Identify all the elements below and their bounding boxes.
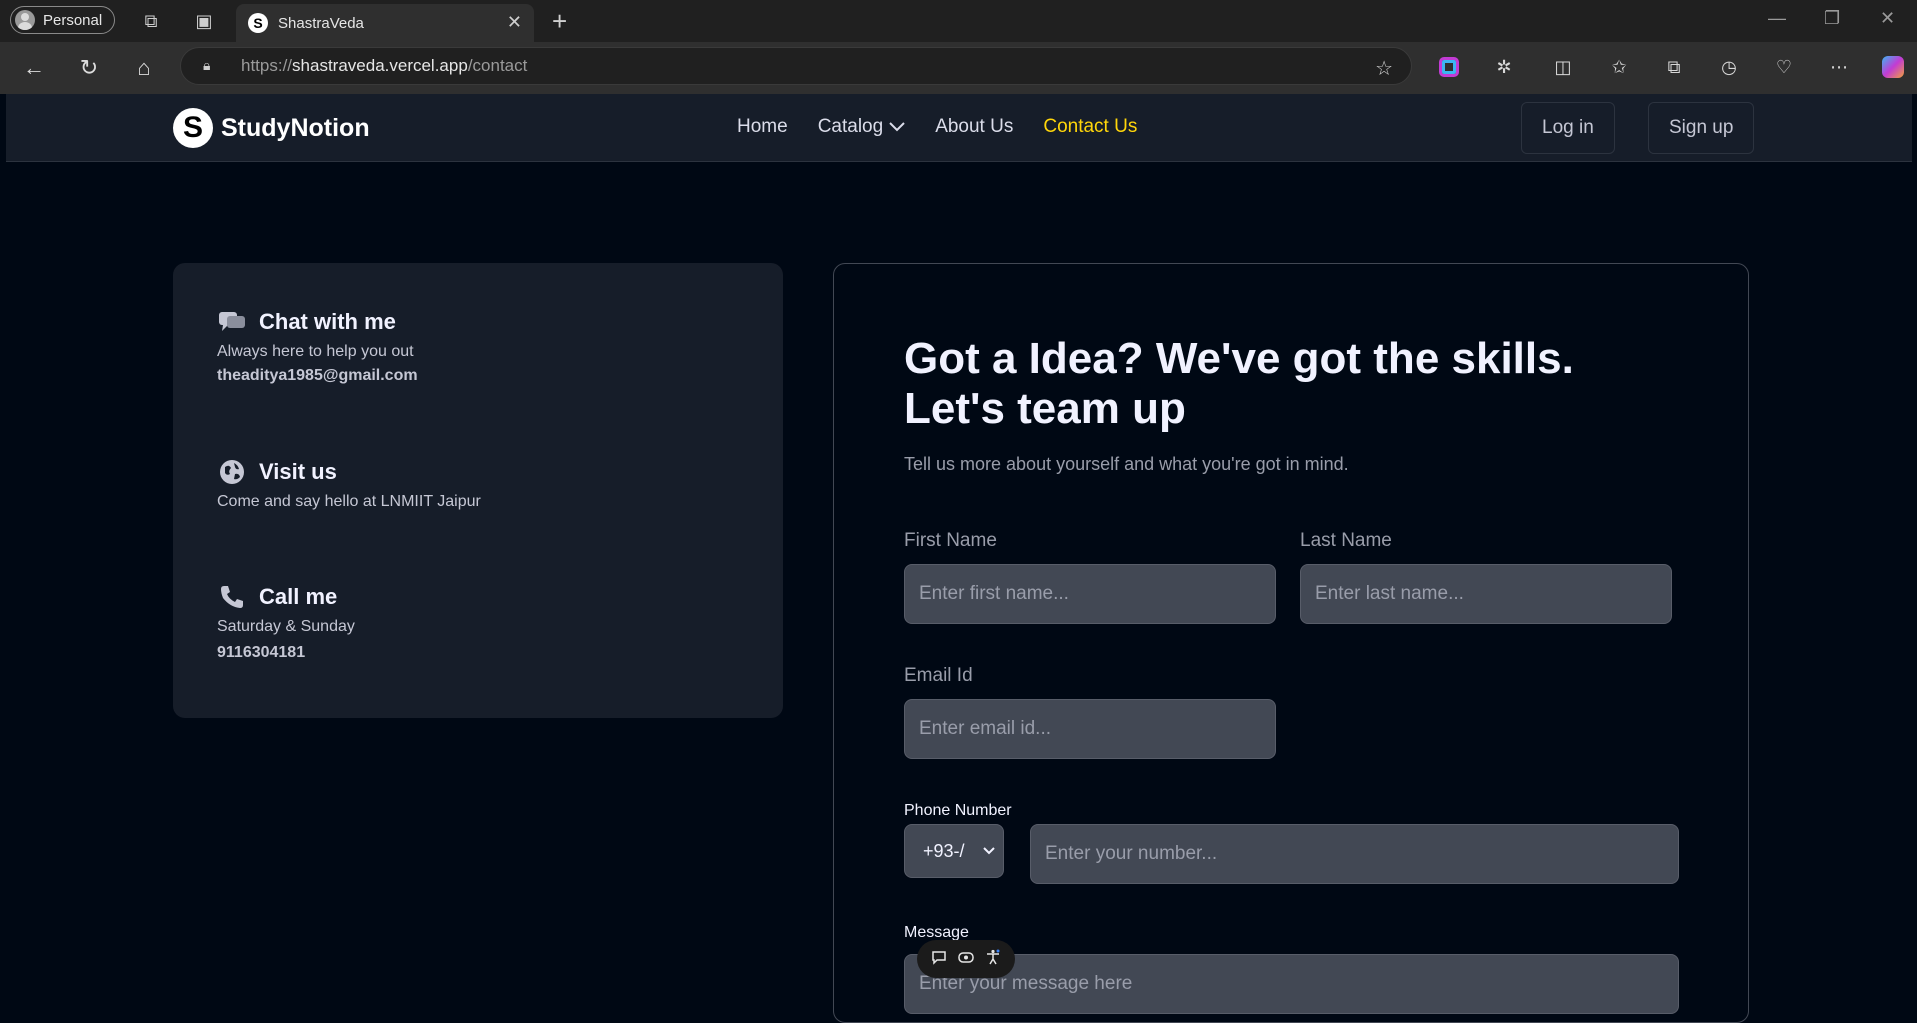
refresh-icon[interactable]: ↻	[75, 54, 103, 82]
phone-icon	[217, 582, 247, 612]
extensions-icon[interactable]: ✲	[1491, 54, 1517, 80]
visit-block: Visit us Come and say hello at LNMIIT Ja…	[217, 457, 481, 511]
email-label: Email Id	[904, 665, 973, 686]
eye-icon[interactable]	[958, 949, 974, 969]
chat-block: Chat with me Always here to help you out…	[217, 307, 418, 385]
back-icon[interactable]: ←	[20, 54, 48, 82]
new-tab-icon[interactable]: +	[552, 6, 567, 37]
tab-title: ShastraVeda	[278, 14, 364, 32]
url-text: https://shastraveda.vercel.app/contact	[241, 56, 528, 75]
browser-tab-bar: Personal ⧉ ▣ S ShastraVeda ✕ + — ❐ ✕	[0, 0, 1917, 42]
chat-title: Chat with me	[259, 309, 396, 334]
color-extension-icon[interactable]	[1436, 54, 1462, 80]
tab-actions-icon[interactable]: ▣	[192, 9, 216, 33]
minimize-icon[interactable]: —	[1768, 8, 1786, 29]
nav-contact[interactable]: Contact Us	[1043, 116, 1137, 138]
visit-line: Come and say hello at LNMIIT Jaipur	[217, 493, 481, 510]
contact-info-card: Chat with me Always here to help you out…	[173, 263, 783, 718]
tab-active[interactable]: S ShastraVeda ✕	[236, 4, 534, 42]
chat-icon	[217, 307, 247, 337]
call-line: Saturday & Sunday	[217, 618, 355, 635]
country-code-select[interactable]: +93-/	[904, 824, 1004, 878]
phone-label: Phone Number	[904, 802, 1012, 819]
first-name-label: First Name	[904, 530, 997, 551]
split-screen-icon[interactable]: ◫	[1550, 54, 1576, 80]
tab-favicon-icon: S	[248, 13, 268, 33]
nav-about[interactable]: About Us	[935, 116, 1013, 138]
comment-icon[interactable]	[931, 949, 947, 969]
call-block: Call me Saturday & Sunday 9116304181	[217, 582, 355, 662]
page: S StudyNotion Home Catalog About Us Cont…	[6, 94, 1912, 1023]
email-input[interactable]	[904, 699, 1276, 759]
nav-catalog-label: Catalog	[817, 116, 884, 137]
form-subtitle: Tell us more about yourself and what you…	[904, 454, 1349, 474]
address-bar[interactable]: 🔒︎ https://shastraveda.vercel.app/contac…	[180, 47, 1412, 85]
last-name-input[interactable]	[1300, 564, 1672, 624]
first-name-input[interactable]	[904, 564, 1276, 624]
avatar-icon	[15, 10, 35, 30]
logo-icon: S	[173, 108, 213, 148]
country-code-value: +93-/	[923, 840, 965, 861]
nav-catalog[interactable]: Catalog	[818, 116, 906, 138]
lock-icon: 🔒︎	[203, 57, 211, 73]
message-input[interactable]	[904, 954, 1679, 1014]
favorites-icon[interactable]: ✩	[1606, 54, 1632, 80]
chevron-down-icon	[889, 122, 905, 132]
chat-line: Always here to help you out	[217, 343, 414, 360]
restore-icon[interactable]: ❐	[1824, 8, 1840, 29]
home-icon[interactable]: ⌂	[130, 54, 158, 82]
phone-input[interactable]	[1030, 824, 1679, 884]
form-title: Got a Idea? We've got the skills. Let's …	[904, 334, 1574, 433]
copilot-icon[interactable]	[1880, 54, 1906, 80]
site-logo[interactable]: S StudyNotion	[173, 108, 370, 148]
call-title: Call me	[259, 584, 338, 609]
more-menu-icon[interactable]: ⋯	[1826, 54, 1852, 80]
history-icon[interactable]: ◷	[1716, 54, 1742, 80]
profile-label: Personal	[43, 11, 103, 29]
last-name-label: Last Name	[1300, 530, 1392, 551]
nav-home[interactable]: Home	[737, 116, 788, 138]
workspaces-icon[interactable]: ⧉	[139, 9, 163, 33]
main-menu: Home Catalog About Us Contact Us	[737, 116, 1137, 138]
profile-button[interactable]: Personal	[10, 6, 116, 34]
visit-title: Visit us	[259, 459, 337, 484]
collections-icon[interactable]: ⧉	[1661, 54, 1687, 80]
login-button[interactable]: Log in	[1521, 102, 1615, 154]
floating-toolbar	[917, 940, 1015, 978]
signup-button[interactable]: Sign up	[1648, 102, 1755, 154]
site-navbar: S StudyNotion Home Catalog About Us Cont…	[6, 94, 1912, 162]
contact-form-card: Got a Idea? We've got the skills. Let's …	[833, 263, 1749, 1023]
close-tab-icon[interactable]: ✕	[507, 12, 522, 33]
logo-text: StudyNotion	[221, 113, 370, 142]
call-number: 9116304181	[217, 644, 306, 661]
close-window-icon[interactable]: ✕	[1880, 8, 1895, 29]
performance-icon[interactable]: ♡	[1771, 54, 1797, 80]
favorite-star-icon[interactable]: ☆	[1375, 56, 1393, 81]
globe-icon	[217, 457, 247, 487]
chevron-down-icon	[983, 847, 995, 855]
chat-email: theaditya1985@gmail.com	[217, 367, 418, 384]
accessibility-icon[interactable]	[985, 949, 1001, 969]
browser-toolbar: ← ↻ ⌂ 🔒︎ https://shastraveda.vercel.app/…	[0, 42, 1917, 94]
